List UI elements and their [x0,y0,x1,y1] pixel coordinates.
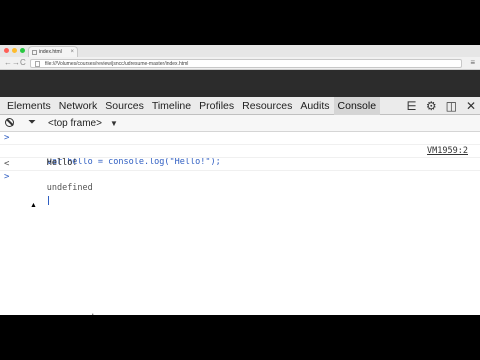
devtools-actions: ⋿ ⚙ ◫ ✕ [406,97,476,115]
tab-resources[interactable]: Resources [238,97,296,115]
chevron-down-icon[interactable]: ▼ [110,115,118,132]
reload-icon[interactable]: C [20,58,26,68]
close-icon[interactable]: ✕ [466,99,476,113]
devtools-tabs: Elements Network Sources Timeline Profil… [3,97,381,115]
zoom-window-button[interactable] [20,48,25,53]
mouse-cursor-icon: ▲ [30,202,37,209]
address-url: file:///Volumes/courses/review/jsncc/udr… [45,61,189,67]
tab-elements[interactable]: Elements [3,97,55,115]
tab-sources[interactable]: Sources [101,97,148,115]
input-prompt-icon: > [4,133,10,143]
clear-console-icon[interactable] [5,118,14,127]
back-arrow-icon[interactable]: ← [4,58,12,68]
console-line-command: > var hello = console.log("Hello!"); [0,132,480,167]
console-line-result: < undefined [0,158,480,193]
dock-icon[interactable]: ◫ [446,99,457,113]
browser-tab[interactable]: index.html × [28,46,78,57]
menu-icon[interactable]: ≡ [470,59,475,67]
console-line-log: Hello! VM1959:2 [0,145,480,168]
tab-audits[interactable]: Audits [296,97,333,115]
browser-toolbar: ← → C file:///Volumes/courses/review/jsn… [0,57,480,70]
text-caret [47,196,49,205]
browser-tab-title: index.html [39,49,62,55]
gear-icon[interactable]: ⚙ [426,99,437,113]
tab-profiles[interactable]: Profiles [195,97,238,115]
screen-frame: index.html × ← → C file:///Volumes/cours… [0,45,480,315]
devtools-tabbar: Elements Network Sources Timeline Profil… [0,97,480,115]
pen-icon [92,313,94,315]
minimize-window-button[interactable] [12,48,17,53]
tab-network[interactable]: Network [55,97,102,115]
forward-arrow-icon[interactable]: → [12,58,20,68]
page-icon [32,50,37,55]
console-output: > var hello = console.log("Hello!"); Hel… [0,132,480,315]
page-content [0,70,480,97]
tab-timeline[interactable]: Timeline [148,97,195,115]
filter-icon[interactable]: ⏷ [28,118,36,128]
input-prompt-icon: > [4,172,10,182]
source-link[interactable]: VM1959:2 [427,145,468,157]
tab-console[interactable]: Console [333,97,381,115]
browser-tabstrip: index.html × [0,45,480,57]
console-filterbar: ⏷ <top frame> ▼ [0,115,480,132]
address-bar[interactable]: file:///Volumes/courses/review/jsncc/udr… [30,59,462,68]
file-icon [35,61,40,67]
window-controls [4,48,25,53]
close-window-button[interactable] [4,48,9,53]
result-prompt-icon: < [4,159,10,169]
console-input-line[interactable]: > [0,171,480,205]
drawer-icon[interactable]: ⋿ [406,99,416,113]
console-result-text: undefined [46,183,93,193]
frame-selector[interactable]: <top frame> [48,115,102,132]
